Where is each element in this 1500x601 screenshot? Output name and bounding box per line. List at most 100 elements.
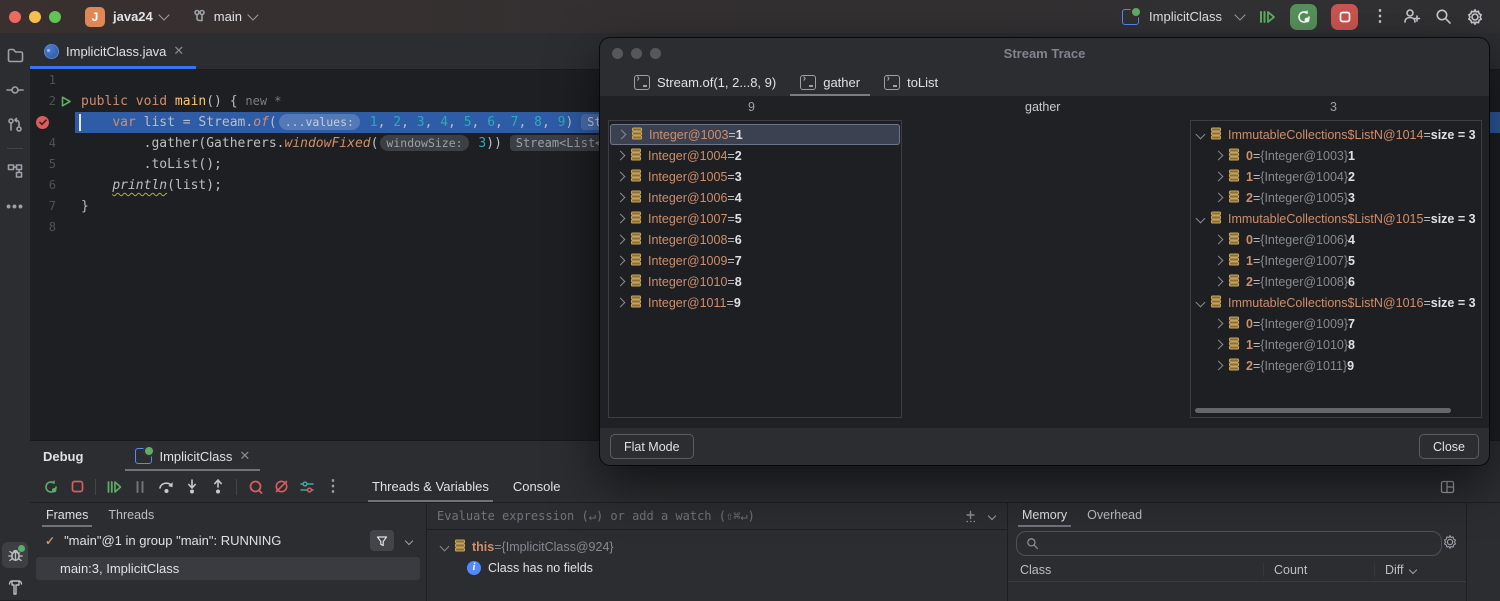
- column-diff[interactable]: Diff: [1374, 563, 1417, 577]
- tab-stream-of[interactable]: Stream.of(1, 2...8, 9): [624, 68, 786, 96]
- close-button[interactable]: Close: [1419, 434, 1479, 459]
- chevron-down-icon[interactable]: [987, 511, 997, 521]
- tab-console[interactable]: Console: [501, 471, 573, 502]
- list-item[interactable]: Integer@1009 = 7: [609, 250, 901, 271]
- memory-settings-gear-icon[interactable]: [1442, 534, 1458, 555]
- search-icon[interactable]: [1435, 8, 1452, 25]
- pause-button[interactable]: [127, 475, 153, 499]
- chevron-expanded-icon[interactable]: [1195, 129, 1206, 140]
- tab-frames[interactable]: Frames: [36, 503, 98, 527]
- memory-search-box[interactable]: [1016, 531, 1442, 556]
- mute-breakpoints-button[interactable]: [268, 475, 294, 499]
- rerun-button[interactable]: [38, 475, 64, 499]
- chevron-collapsed-icon[interactable]: [1213, 171, 1224, 182]
- chevron-expanded-icon[interactable]: [1195, 297, 1206, 308]
- thread-selector[interactable]: ✓ "main"@1 in group "main": RUNNING: [30, 527, 426, 554]
- chevron-collapsed-icon[interactable]: [1213, 276, 1224, 287]
- minimize-window-button[interactable]: [29, 10, 41, 23]
- list-item[interactable]: Integer@1008 = 6: [609, 229, 901, 250]
- run-line-icon[interactable]: [56, 91, 75, 112]
- more-tools-button[interactable]: •••: [2, 193, 28, 219]
- filter-frames-button[interactable]: [370, 530, 394, 551]
- more-actions-menu[interactable]: ⋮: [1372, 8, 1388, 24]
- chevron-collapsed-icon[interactable]: [615, 276, 626, 287]
- breakpoint-icon[interactable]: [36, 116, 49, 129]
- variable-this-row[interactable]: this = {ImplicitClass@924}: [427, 536, 1007, 557]
- after-values-panel[interactable]: ImmutableCollections$ListN@1014 = size =…: [1190, 120, 1482, 418]
- chevron-expanded-icon[interactable]: [439, 541, 450, 552]
- tree-child-row[interactable]: 1 = {Integer@1010} 8: [1191, 334, 1481, 355]
- list-item[interactable]: Integer@1006 = 4: [609, 187, 901, 208]
- debug-session-tab[interactable]: ImplicitClass ✕: [125, 441, 261, 471]
- chevron-collapsed-icon[interactable]: [615, 213, 626, 224]
- chevron-collapsed-icon[interactable]: [615, 171, 626, 182]
- list-item[interactable]: Integer@1004 = 2: [609, 145, 901, 166]
- list-item[interactable]: Integer@1007 = 5: [609, 208, 901, 229]
- tree-parent-row[interactable]: ImmutableCollections$ListN@1014 = size =…: [1191, 124, 1481, 145]
- tab-tolist[interactable]: toList: [874, 68, 948, 96]
- chevron-collapsed-icon[interactable]: [1213, 234, 1224, 245]
- stop-button[interactable]: [64, 475, 90, 499]
- chevron-collapsed-icon[interactable]: [1213, 360, 1224, 371]
- chevron-collapsed-icon[interactable]: [615, 297, 626, 308]
- project-selector[interactable]: java24: [113, 9, 153, 24]
- chevron-collapsed-icon[interactable]: [615, 255, 626, 266]
- code-with-me-icon[interactable]: [1402, 8, 1421, 25]
- tab-gather[interactable]: gather: [790, 68, 870, 96]
- chevron-collapsed-icon[interactable]: [1213, 150, 1224, 161]
- chevron-collapsed-icon[interactable]: [615, 150, 626, 161]
- tree-child-row[interactable]: 0 = {Integer@1009} 7: [1191, 313, 1481, 334]
- close-window-button[interactable]: [9, 10, 21, 23]
- horizontal-scrollbar[interactable]: [1195, 408, 1451, 413]
- editor-tab-implicitclass[interactable]: ImplicitClass.java ✕: [30, 33, 197, 69]
- chevron-collapsed-icon[interactable]: [1213, 255, 1224, 266]
- tree-child-row[interactable]: 2 = {Integer@1008} 6: [1191, 271, 1481, 292]
- memory-search-input[interactable]: [1045, 535, 1441, 552]
- tree-parent-row[interactable]: ImmutableCollections$ListN@1016 = size =…: [1191, 292, 1481, 313]
- layout-settings-button[interactable]: [1434, 475, 1460, 499]
- column-count[interactable]: Count: [1263, 563, 1374, 577]
- list-item[interactable]: Integer@1003 = 1: [610, 124, 900, 145]
- before-values-panel[interactable]: Integer@1003 = 1 Integer@1004 = 2 Integer@…: [608, 120, 902, 418]
- chevron-collapsed-icon[interactable]: [615, 192, 626, 203]
- branch-selector[interactable]: main: [214, 9, 242, 24]
- debug-tool-button[interactable]: [2, 542, 28, 568]
- chevron-down-icon[interactable]: [404, 536, 414, 545]
- tree-child-row[interactable]: 1 = {Integer@1007} 5: [1191, 250, 1481, 271]
- resume-button[interactable]: [101, 475, 127, 499]
- structure-tool-button[interactable]: [2, 158, 28, 184]
- chevron-expanded-icon[interactable]: [1195, 213, 1206, 224]
- settings-gear-icon[interactable]: [1466, 8, 1484, 26]
- tab-memory[interactable]: Memory: [1012, 503, 1077, 527]
- close-tab-icon[interactable]: ✕: [173, 43, 184, 59]
- step-over-button[interactable]: [153, 475, 179, 499]
- tree-child-row[interactable]: 0 = {Integer@1006} 4: [1191, 229, 1481, 250]
- add-watch-icon[interactable]: [964, 510, 977, 523]
- tab-threads-variables[interactable]: Threads & Variables: [360, 471, 501, 502]
- stop-button[interactable]: [1331, 3, 1358, 30]
- column-class[interactable]: Class: [1008, 563, 1263, 577]
- tree-parent-row[interactable]: ImmutableCollections$ListN@1015 = size =…: [1191, 208, 1481, 229]
- zoom-window-button[interactable]: [49, 10, 61, 23]
- resume-program-button[interactable]: [1258, 9, 1276, 25]
- step-out-button[interactable]: [205, 475, 231, 499]
- close-session-icon[interactable]: ✕: [239, 448, 250, 464]
- list-item[interactable]: Integer@1010 = 8: [609, 271, 901, 292]
- run-config-selector[interactable]: ImplicitClass: [1149, 9, 1222, 24]
- chevron-collapsed-icon[interactable]: [616, 129, 627, 140]
- rerun-debug-button[interactable]: [1290, 3, 1317, 30]
- tab-threads[interactable]: Threads: [98, 503, 164, 527]
- step-into-button[interactable]: [179, 475, 205, 499]
- flat-mode-button[interactable]: Flat Mode: [610, 434, 694, 459]
- tree-child-row[interactable]: 2 = {Integer@1011} 9: [1191, 355, 1481, 376]
- view-breakpoints-button[interactable]: [242, 475, 268, 499]
- debugger-settings-button[interactable]: [294, 475, 320, 499]
- tree-child-row[interactable]: 1 = {Integer@1004} 2: [1191, 166, 1481, 187]
- evaluate-expression-bar[interactable]: Evaluate expression (↵) or add a watch (…: [427, 503, 1007, 530]
- list-item[interactable]: Integer@1011 = 9: [609, 292, 901, 313]
- chevron-collapsed-icon[interactable]: [1213, 318, 1224, 329]
- tab-overhead[interactable]: Overhead: [1077, 503, 1152, 527]
- project-tool-button[interactable]: [2, 42, 28, 68]
- tree-child-row[interactable]: 0 = {Integer@1003} 1: [1191, 145, 1481, 166]
- chevron-collapsed-icon[interactable]: [1213, 339, 1224, 350]
